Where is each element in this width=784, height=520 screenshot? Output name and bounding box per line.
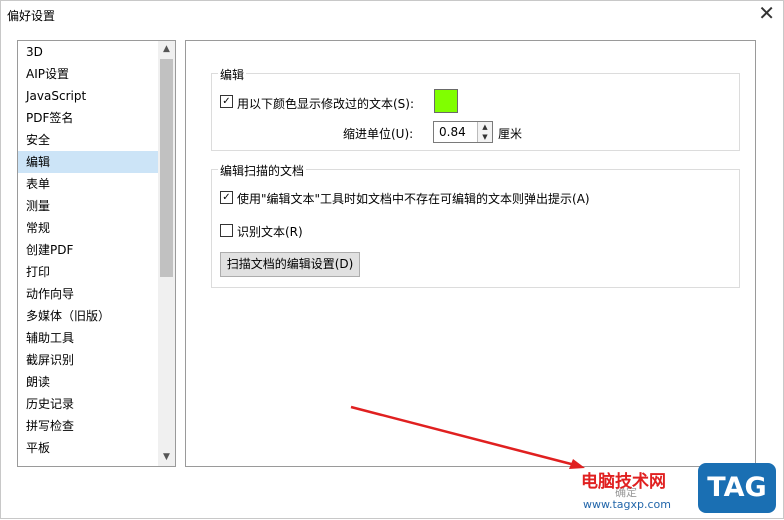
watermark-url: www.tagxp.com bbox=[583, 498, 671, 511]
tag-logo: TAG bbox=[698, 463, 776, 513]
arrow-line bbox=[350, 405, 576, 467]
preferences-dialog: 偏好设置 ✕ 3D AIP设置 JavaScript PDF签名 安全 编辑 表单 测量 常规创… bbox=[0, 0, 784, 519]
watermark-site: 电脑技术网 bbox=[581, 472, 666, 492]
annotation-arrow bbox=[350, 405, 585, 469]
